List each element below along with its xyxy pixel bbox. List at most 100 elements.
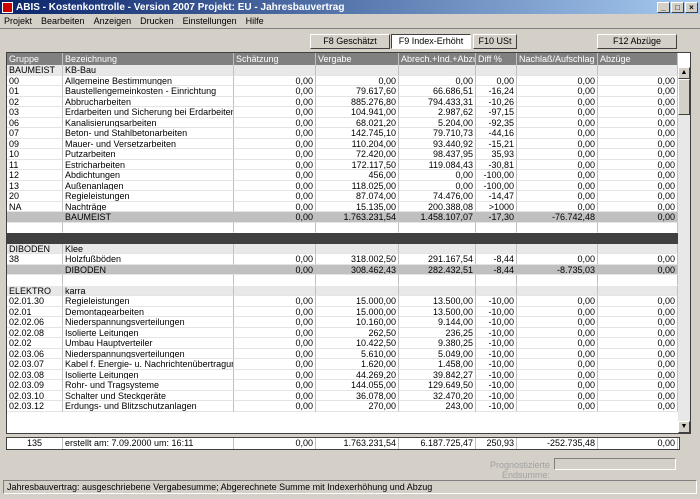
table-row[interactable]: 02.02 Umbau Hauptverteiler 0,00 10.422,50 9.… (7, 338, 678, 349)
f10-ust-button[interactable]: F10 USt (473, 34, 517, 49)
col-gruppe[interactable]: Gruppe (7, 53, 63, 65)
scroll-up-icon[interactable]: ▲ (678, 67, 690, 79)
cell-abrechnung: 0,00 (399, 170, 476, 181)
cell-gruppe: 02.03.08 (7, 369, 63, 380)
table-row[interactable]: 10 Putzarbeiten 0,00 72.420,00 98.437,95 35,9… (7, 149, 678, 160)
table-row[interactable]: 38 Holzfußböden 0,00 318.002,50 291.167,54 -8… (7, 254, 678, 265)
cell-diff: -10,26 (476, 96, 517, 107)
cell-abrechnung: 13.500,00 (399, 296, 476, 307)
cell-nachlass: 0,00 (517, 149, 598, 160)
f12-abzuege-button[interactable]: F12 Abzüge (597, 34, 677, 49)
vertical-scrollbar[interactable]: ▲ ▼ (678, 67, 690, 433)
cell-gruppe: 02.02 (7, 338, 63, 349)
col-abzuege[interactable]: Abzüge (598, 53, 678, 65)
table-row[interactable]: 02.02.08 Isolierte Leitungen 0,00 262,50 236… (7, 327, 678, 338)
total-nachlass: -252.735,48 (517, 438, 598, 449)
prognose-field (554, 458, 676, 470)
group-header-row[interactable]: DIBODEN Klee (7, 243, 678, 254)
table-row[interactable]: 02.03.12 Erdungs- und Blitzschutzanlagen 0… (7, 401, 678, 412)
cell-diff (476, 275, 517, 286)
col-nachlass[interactable]: Nachlaß/Aufschlag (517, 53, 598, 65)
col-diff[interactable]: Diff % (476, 53, 517, 65)
table-row[interactable]: 03 Erdarbeiten und Sicherung bei Erdarbei… (7, 107, 678, 118)
cell-bezeichnung: Mauer- und Versetzarbeiten (63, 138, 234, 149)
cell-bezeichnung (63, 233, 234, 244)
cell-gruppe: 02.03.06 (7, 348, 63, 359)
cell-bezeichnung: KB-Bau (63, 65, 234, 76)
f8-geschaetzt-button[interactable]: F8 Geschätzt (310, 34, 390, 49)
table-row[interactable]: 12 Abdichtungen 0,00 456,00 0,00 -100,00 0,00 0… (7, 170, 678, 181)
cell-gruppe: 11 (7, 159, 63, 170)
menu-hilfe[interactable]: Hilfe (242, 16, 269, 26)
cell-gruppe: ELEKTRO (7, 285, 63, 296)
group-header-row[interactable]: ELEKTRO karra (7, 285, 678, 296)
cell-nachlass: 0,00 (517, 75, 598, 86)
table-row[interactable]: 07 Beton- und Stahlbetonarbeiten 0,00 142.7… (7, 128, 678, 139)
table-row[interactable]: 02.03.06 Niederspannungsverteilungen 0,00 5… (7, 348, 678, 359)
cell-gruppe: 01 (7, 86, 63, 97)
table-row[interactable]: 02.03.09 Rohr- und Tragsysteme 0,00 144.055… (7, 380, 678, 391)
menu-drucken[interactable]: Drucken (136, 16, 179, 26)
cell-diff: -10,00 (476, 369, 517, 380)
cost-table[interactable]: Gruppe Bezeichnung Schätzung Vergabe Abr… (6, 52, 691, 434)
col-vergabe[interactable]: Vergabe (316, 53, 399, 65)
menu-anzeigen[interactable]: Anzeigen (90, 16, 137, 26)
cell-schaetzung (234, 233, 316, 244)
minimize-icon[interactable]: _ (657, 1, 670, 13)
subtotal-row[interactable]: DIBODEN 0,00 308.462,43 282.432,51 -8,44 -8.7… (7, 264, 678, 275)
col-abrechnung[interactable]: Abrech.+Ind.+Abzug (399, 53, 476, 65)
table-row[interactable]: 20 Regieleistungen 0,00 87.074,00 74.476,00-… (7, 191, 678, 202)
cell-vergabe: 1.620,00 (316, 359, 399, 370)
table-row[interactable]: 09 Mauer- und Versetzarbeiten 0,00 110.204,… (7, 138, 678, 149)
cell-gruppe: 02 (7, 96, 63, 107)
cell-diff: -8,44 (476, 254, 517, 265)
cell-abzuege: 0,00 (598, 138, 678, 149)
cell-abrechnung: 39.842,27 (399, 369, 476, 380)
table-row[interactable]: 02 Abbrucharbeiten 0,00 885.276,80 794.433,3… (7, 96, 678, 107)
col-schaetzung[interactable]: Schätzung (234, 53, 316, 65)
subtotal-row[interactable]: BAUMEIST 0,00 1.763.231,54 1.458.107,07 -17,… (7, 212, 678, 223)
cell-schaetzung: 0,00 (234, 401, 316, 412)
cell-vergabe: 885.276,80 (316, 96, 399, 107)
cell-abzuege: 0,00 (598, 86, 678, 97)
cell-gruppe: 06 (7, 117, 63, 128)
cell-bezeichnung: Kanalisierungsarbeiten (63, 117, 234, 128)
table-row[interactable]: 00 Allgemeine Bestimmungen 0,00 0,00 0,00 0,0… (7, 75, 678, 86)
scroll-down-icon[interactable]: ▼ (678, 421, 690, 433)
menu-projekt[interactable]: Projekt (0, 16, 37, 26)
cell-gruppe: 02.01 (7, 306, 63, 317)
cell-abrechnung: 1.458.107,07 (399, 212, 476, 223)
cell-diff: -10,00 (476, 380, 517, 391)
table-row[interactable]: 06 Kanalisierungsarbeiten 0,00 68.021,20 5.2… (7, 117, 678, 128)
f9-index-erhoeht-button[interactable]: F9 Index-Erhöht (391, 34, 471, 49)
table-row[interactable]: 01 Baustellengemeinkosten - Einrichtung 0,… (7, 86, 678, 97)
cell-diff: -97,15 (476, 107, 517, 118)
cell-schaetzung: 0,00 (234, 159, 316, 170)
group-header-row[interactable]: BAUMEIST KB-Bau (7, 65, 678, 76)
table-row[interactable]: 02.01.30 Regieleistungen 0,00 15.000,00 13.5… (7, 296, 678, 307)
cell-diff: -10,00 (476, 296, 517, 307)
scroll-thumb[interactable] (678, 79, 690, 115)
table-row[interactable]: 02.02.06 Niederspannungsverteilungen 0,00 1… (7, 317, 678, 328)
table-row[interactable]: 02.03.10 Schalter und Steckgeräte 0,00 36.0… (7, 390, 678, 401)
table-row[interactable]: NA Nachträge 0,00 15.135,00 200.388,08 >1000 0… (7, 201, 678, 212)
cell-abzuege: 0,00 (598, 306, 678, 317)
close-icon[interactable]: × (685, 1, 698, 13)
table-row[interactable]: 02.03.07 Kabel f. Energie- u. Nachrichten… (7, 359, 678, 370)
cell-abzuege: 0,00 (598, 401, 678, 412)
cell-nachlass: 0,00 (517, 380, 598, 391)
maximize-icon[interactable]: □ (671, 1, 684, 13)
cell-nachlass: 0,00 (517, 117, 598, 128)
table-row[interactable]: 11 Estricharbeiten 0,00 172.117,50 119.084,4… (7, 159, 678, 170)
cell-nachlass: 0,00 (517, 159, 598, 170)
table-row[interactable]: 02.03.08 Isolierte Leitungen 0,00 44.269,20… (7, 369, 678, 380)
table-row[interactable]: 13 Außenanlagen 0,00 118.025,00 0,00 -100,00 0… (7, 180, 678, 191)
cell-abzuege: 0,00 (598, 390, 678, 401)
menu-einstellungen[interactable]: Einstellungen (179, 16, 242, 26)
cell-diff: 0,00 (476, 75, 517, 86)
table-row[interactable]: 02.01 Demontagearbeiten 0,00 15.000,00 13.50… (7, 306, 678, 317)
col-bezeichnung[interactable]: Bezeichnung (63, 53, 234, 65)
cell-bezeichnung: karra (63, 285, 234, 296)
cell-abrechnung (399, 243, 476, 254)
menu-bearbeiten[interactable]: Bearbeiten (37, 16, 90, 26)
